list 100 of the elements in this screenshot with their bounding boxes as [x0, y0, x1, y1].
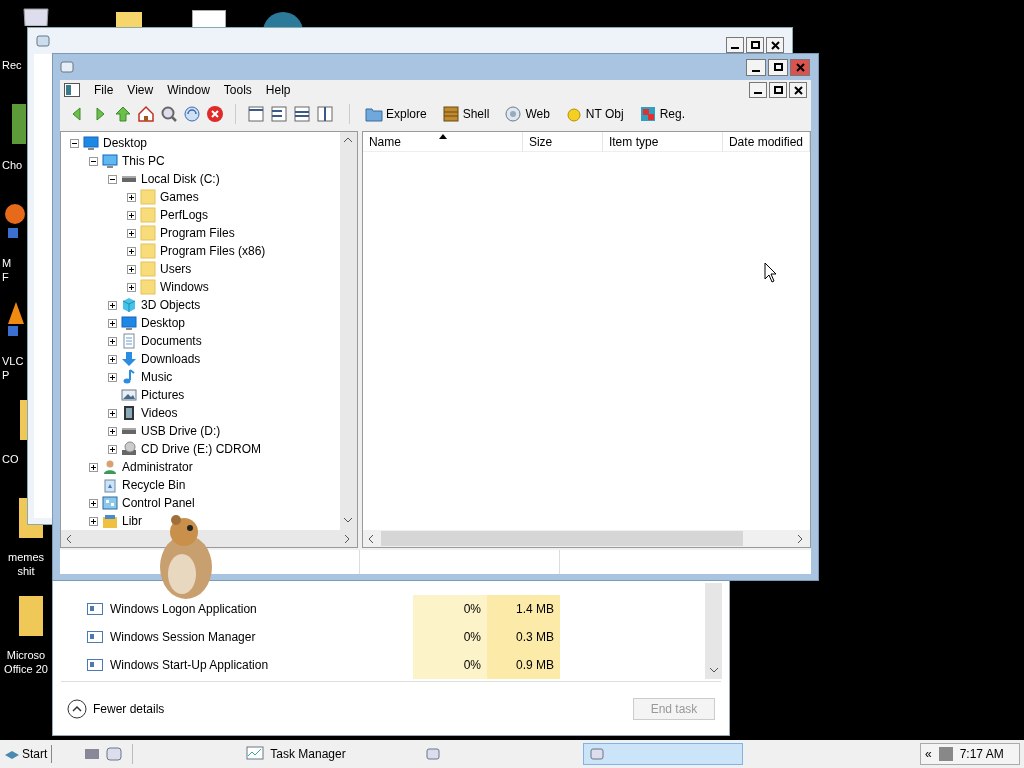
tree-item[interactable]: Windows	[160, 278, 209, 296]
app-icon[interactable]	[106, 746, 123, 762]
maximize-button[interactable]	[746, 37, 764, 53]
home-icon[interactable]	[137, 105, 155, 123]
chevron-up-icon[interactable]	[67, 698, 87, 719]
view-columns-icon[interactable]	[316, 105, 334, 123]
expand-toggle[interactable]	[88, 516, 98, 526]
tree-item[interactable]: Desktop	[141, 314, 186, 332]
menu-item[interactable]: File	[94, 81, 114, 99]
up-arrow-icon[interactable]	[114, 105, 132, 123]
toolbar-button[interactable]: NT Obj	[564, 105, 624, 123]
maximize-button[interactable]	[768, 58, 788, 76]
window-icon	[87, 631, 103, 643]
tree-item[interactable]: Program Files	[160, 224, 235, 242]
mouse-pointer-icon	[763, 262, 778, 284]
tree-item[interactable]: This PC	[122, 152, 165, 170]
tree-item[interactable]: Music	[141, 368, 173, 386]
tree-item[interactable]: Local Disk (C:)	[141, 170, 220, 188]
expand-toggle[interactable]	[126, 282, 136, 292]
minimize-button[interactable]	[749, 82, 767, 98]
desktop-icon[interactable]	[84, 746, 101, 762]
tree-item[interactable]: Administrator	[122, 458, 193, 476]
cube-icon	[121, 297, 137, 313]
network-icon[interactable]	[937, 746, 954, 762]
refresh-icon[interactable]	[183, 105, 201, 123]
window-icon[interactable]	[64, 83, 80, 97]
tree-item[interactable]: Downloads	[141, 350, 201, 368]
view-icons-icon[interactable]	[247, 105, 265, 123]
close-button[interactable]	[789, 82, 807, 98]
toolbar-button[interactable]: Shell	[441, 105, 490, 123]
expand-toggle[interactable]	[107, 444, 117, 454]
tree-item[interactable]: USB Drive (D:)	[141, 422, 221, 440]
scrollbar[interactable]	[705, 583, 722, 679]
scrollbar[interactable]	[339, 132, 357, 530]
tree-item[interactable]: 3D Objects	[141, 296, 201, 314]
collapse-toggle[interactable]	[69, 138, 79, 148]
expand-toggle[interactable]	[107, 408, 117, 418]
collapse-toggle[interactable]	[107, 174, 117, 184]
view-list-icon[interactable]	[270, 105, 288, 123]
tree-item[interactable]: Program Files (x86)	[160, 242, 266, 260]
scrollbar[interactable]	[362, 530, 810, 547]
expand-toggle[interactable]	[88, 498, 98, 508]
expand-toggle[interactable]	[107, 300, 117, 310]
expand-toggle[interactable]	[107, 372, 117, 382]
expand-toggle[interactable]	[126, 246, 136, 256]
tree-item[interactable]: Desktop	[103, 134, 148, 152]
expand-toggle[interactable]	[88, 462, 98, 472]
chevron-icon[interactable]: «	[925, 745, 932, 763]
fewer-details-link[interactable]: Fewer details	[93, 699, 165, 718]
view-details-icon[interactable]	[293, 105, 311, 123]
trash-icon[interactable]	[20, 8, 52, 26]
tree-item[interactable]: Documents	[141, 332, 202, 350]
start-button[interactable]: Start	[4, 745, 53, 763]
collapse-toggle[interactable]	[88, 156, 98, 166]
close-button[interactable]	[766, 37, 784, 53]
tree-item[interactable]: Libr	[122, 512, 142, 530]
film-icon	[121, 405, 137, 421]
expand-toggle[interactable]	[107, 354, 117, 364]
box-icon[interactable]	[441, 105, 460, 123]
toolbar-button[interactable]: Web	[504, 105, 550, 123]
expand-toggle[interactable]	[126, 264, 136, 274]
toolbar-button[interactable]: Explore	[365, 105, 427, 123]
expand-toggle[interactable]	[126, 228, 136, 238]
search-icon[interactable]	[160, 105, 178, 123]
tree-item[interactable]: Control Panel	[122, 494, 195, 512]
column-header[interactable]: Date modified	[722, 132, 810, 152]
tree-item[interactable]: PerfLogs	[160, 206, 209, 224]
tree-item[interactable]: Videos	[141, 404, 178, 422]
globe-icon[interactable]	[262, 10, 304, 27]
tree-item[interactable]: Games	[160, 188, 199, 206]
tree-item[interactable]: Users	[160, 260, 192, 278]
tree-item[interactable]: Pictures	[141, 386, 185, 404]
toolbar-button[interactable]: Reg.	[638, 105, 685, 123]
expand-toggle[interactable]	[107, 426, 117, 436]
maximize-button[interactable]	[769, 82, 787, 98]
menu-item[interactable]: Help	[265, 81, 291, 99]
close-button[interactable]	[790, 58, 810, 76]
expand-toggle[interactable]	[126, 210, 136, 220]
column-header[interactable]: Item type	[602, 132, 723, 152]
menu-item[interactable]: Tools	[223, 81, 252, 99]
expand-toggle[interactable]	[107, 336, 117, 346]
globe-icon[interactable]	[504, 105, 523, 123]
drive-icon	[121, 427, 137, 435]
column-header[interactable]: Name	[362, 132, 523, 152]
column-header[interactable]: Size	[522, 132, 603, 152]
folder-icon	[140, 243, 156, 259]
folder-icon[interactable]	[365, 105, 383, 123]
app-icon	[60, 60, 74, 74]
scroll-thumb[interactable]	[380, 531, 743, 546]
registry-icon[interactable]	[638, 105, 657, 123]
tree-item[interactable]: CD Drive (E:) CDROM	[141, 440, 261, 458]
minimize-button[interactable]	[726, 37, 744, 53]
stop-icon[interactable]	[206, 105, 224, 123]
menu-item[interactable]: View	[127, 81, 154, 99]
taskbar-button[interactable]: Task Manager	[239, 743, 353, 765]
tree-item[interactable]: Recycle Bin	[122, 476, 186, 494]
minimize-button[interactable]	[746, 58, 766, 76]
menu-item[interactable]: Window	[167, 81, 210, 99]
expand-toggle[interactable]	[107, 318, 117, 328]
expand-toggle[interactable]	[126, 192, 136, 202]
